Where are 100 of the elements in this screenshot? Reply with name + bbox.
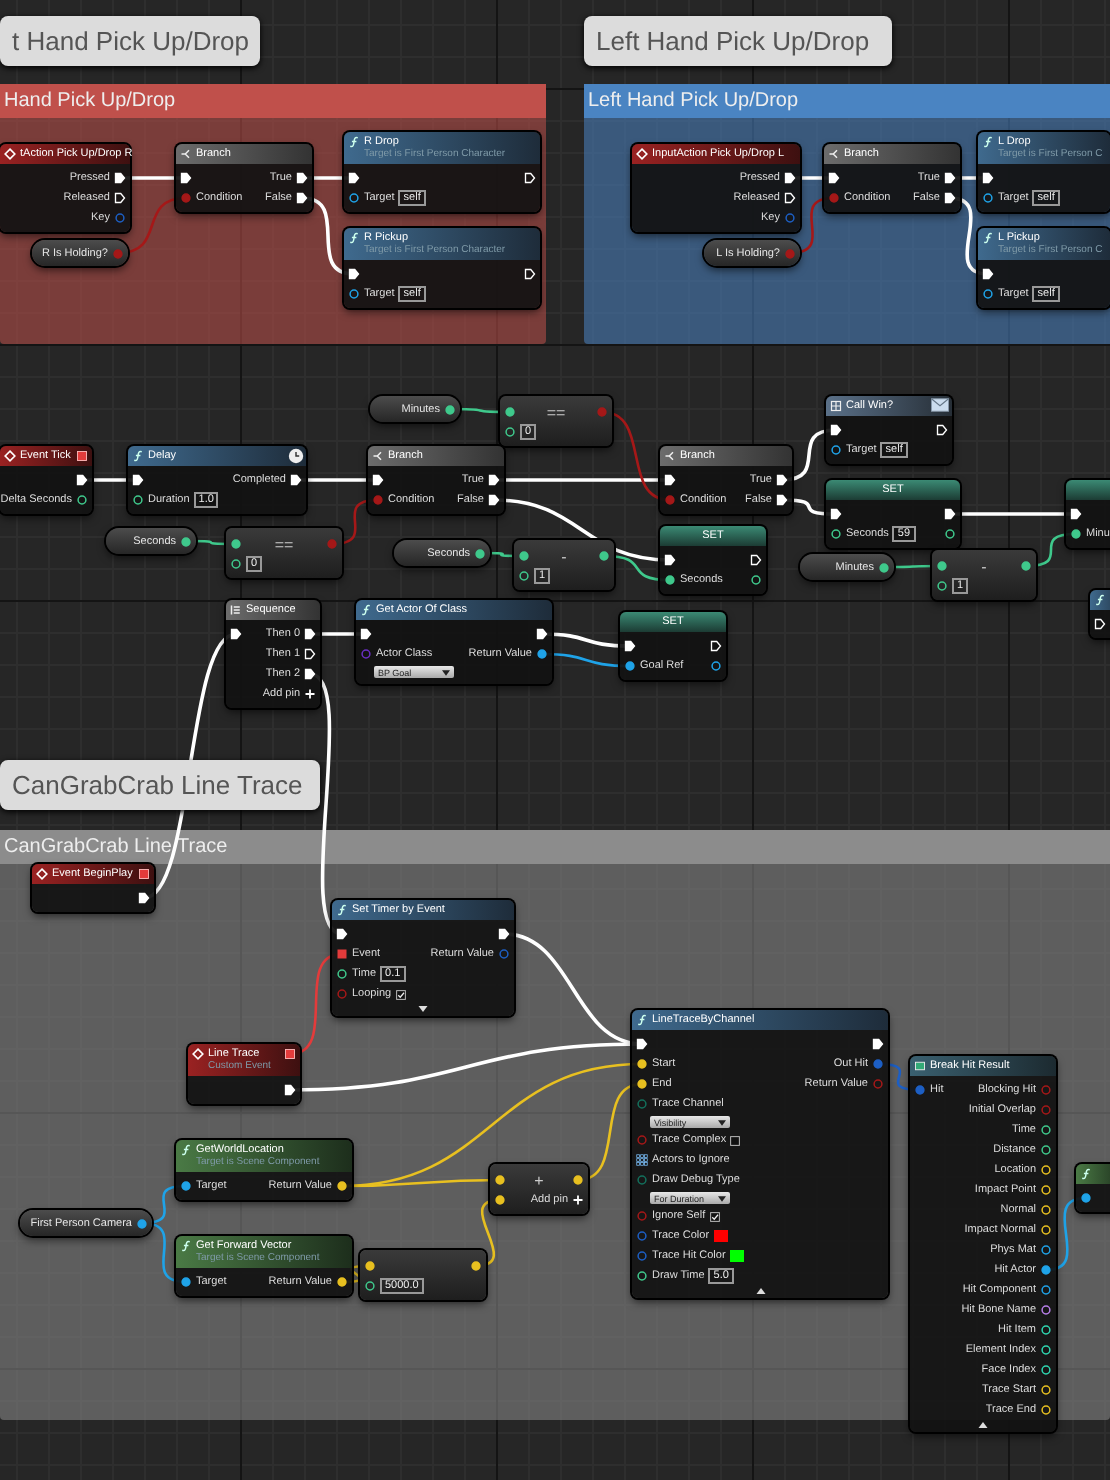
exec-pin-icon[interactable] <box>776 494 788 506</box>
exec-pin-icon[interactable] <box>360 628 372 640</box>
data-pin-icon[interactable] <box>636 1078 648 1090</box>
exec-pin-icon[interactable] <box>1094 618 1106 630</box>
exec-pin-icon[interactable] <box>498 928 510 940</box>
checkbox[interactable] <box>709 1211 720 1221</box>
data-pin-icon[interactable] <box>1040 1304 1052 1316</box>
expand-arrow-icon[interactable] <box>418 1006 428 1012</box>
exec-pin-icon[interactable] <box>372 474 384 486</box>
data-pin-icon[interactable] <box>518 570 530 582</box>
data-pin-icon[interactable] <box>936 560 948 572</box>
data-pin-icon[interactable] <box>1040 1124 1052 1136</box>
data-pin-icon[interactable] <box>1040 1284 1052 1296</box>
data-pin-icon[interactable] <box>750 574 762 586</box>
data-pin-icon[interactable] <box>1040 1364 1052 1376</box>
data-pin-icon[interactable] <box>494 1174 506 1186</box>
data-pin-icon[interactable] <box>336 1180 348 1192</box>
exec-pin-icon[interactable] <box>784 172 796 184</box>
delegate-pin-icon[interactable] <box>76 450 88 462</box>
exec-pin-icon[interactable] <box>304 648 316 660</box>
data-pin-icon[interactable] <box>982 288 994 300</box>
exec-pin-icon[interactable] <box>872 1038 884 1050</box>
exec-pin-icon[interactable] <box>776 474 788 486</box>
data-pin-icon[interactable] <box>598 550 610 562</box>
exec-pin-icon[interactable] <box>524 172 536 184</box>
data-pin-icon[interactable] <box>624 660 636 672</box>
exec-pin-icon[interactable] <box>784 192 796 204</box>
collapse-arrow-icon[interactable] <box>978 1422 988 1428</box>
data-pin-icon[interactable] <box>1040 1324 1052 1336</box>
data-pin-icon[interactable] <box>470 1260 482 1272</box>
exec-pin-icon[interactable] <box>664 554 676 566</box>
exec-pin-icon[interactable] <box>230 628 242 640</box>
exec-pin-icon[interactable] <box>488 494 500 506</box>
checkbox[interactable] <box>730 1135 741 1145</box>
exec-pin-icon[interactable] <box>710 640 722 652</box>
exec-pin-icon[interactable] <box>180 172 192 184</box>
data-pin-icon[interactable] <box>336 1276 348 1288</box>
exec-pin-icon[interactable] <box>138 892 150 904</box>
data-pin-icon[interactable] <box>636 1270 648 1282</box>
data-pin-icon[interactable] <box>132 494 144 506</box>
exec-pin-icon[interactable] <box>114 172 126 184</box>
plus-icon[interactable] <box>304 688 316 700</box>
data-pin-icon[interactable] <box>830 444 842 456</box>
exec-pin-icon[interactable] <box>524 268 536 280</box>
exec-pin-icon[interactable] <box>336 928 348 940</box>
data-pin-icon[interactable] <box>536 648 548 660</box>
exec-pin-icon[interactable] <box>936 424 948 436</box>
data-pin-icon[interactable] <box>878 561 890 573</box>
data-pin-icon[interactable] <box>1040 1164 1052 1176</box>
data-pin-icon[interactable] <box>180 535 192 547</box>
data-pin-icon[interactable] <box>936 580 948 592</box>
data-pin-icon[interactable] <box>136 1217 148 1229</box>
exec-pin-icon[interactable] <box>944 172 956 184</box>
exec-pin-icon[interactable] <box>114 192 126 204</box>
data-pin-icon[interactable] <box>664 574 676 586</box>
exec-pin-icon[interactable] <box>488 474 500 486</box>
data-pin-icon[interactable] <box>1040 1224 1052 1236</box>
exec-pin-icon[interactable] <box>944 192 956 204</box>
data-pin-icon[interactable] <box>1040 1244 1052 1256</box>
data-pin-icon[interactable] <box>830 528 842 540</box>
plus-icon[interactable] <box>572 1194 584 1206</box>
exec-pin-icon[interactable] <box>304 628 316 640</box>
data-pin-icon[interactable] <box>636 1058 648 1070</box>
delegate-pin-icon[interactable] <box>138 868 150 880</box>
exec-pin-icon[interactable] <box>284 1084 296 1096</box>
data-pin-icon[interactable] <box>572 1174 584 1186</box>
color-swatch[interactable] <box>713 1230 728 1242</box>
exec-pin-icon[interactable] <box>624 640 636 652</box>
exec-pin-icon[interactable] <box>348 172 360 184</box>
data-pin-icon[interactable] <box>348 192 360 204</box>
data-pin-icon[interactable] <box>494 1194 506 1206</box>
data-pin-icon[interactable] <box>1040 1204 1052 1216</box>
data-pin-icon[interactable] <box>518 550 530 562</box>
data-pin-icon[interactable] <box>1020 560 1032 572</box>
color-swatch[interactable] <box>729 1250 744 1262</box>
data-pin-icon[interactable] <box>1070 528 1082 540</box>
exec-pin-icon[interactable] <box>290 474 302 486</box>
exec-pin-icon[interactable] <box>296 192 308 204</box>
exec-pin-icon[interactable] <box>636 1038 648 1050</box>
exec-pin-icon[interactable] <box>1070 508 1082 520</box>
data-pin-icon[interactable] <box>364 1260 376 1272</box>
data-pin-icon[interactable] <box>230 538 242 550</box>
exec-pin-icon[interactable] <box>982 172 994 184</box>
data-pin-icon[interactable] <box>1040 1184 1052 1196</box>
data-pin-icon[interactable] <box>474 547 486 559</box>
data-pin-icon[interactable] <box>1080 1192 1092 1204</box>
exec-pin-icon[interactable] <box>830 508 842 520</box>
data-pin-icon[interactable] <box>364 1280 376 1292</box>
exec-pin-icon[interactable] <box>944 508 956 520</box>
exec-pin-icon[interactable] <box>750 554 762 566</box>
data-pin-icon[interactable] <box>180 1276 192 1288</box>
data-pin-icon[interactable] <box>1040 1144 1052 1156</box>
exec-pin-icon[interactable] <box>982 268 994 280</box>
graph-canvas[interactable] <box>0 0 1110 1480</box>
data-pin-icon[interactable] <box>336 968 348 980</box>
data-pin-icon[interactable] <box>180 1180 192 1192</box>
data-pin-icon[interactable] <box>76 494 88 506</box>
exec-pin-icon[interactable] <box>348 268 360 280</box>
data-pin-icon[interactable] <box>230 558 242 570</box>
data-pin-icon[interactable] <box>504 406 516 418</box>
